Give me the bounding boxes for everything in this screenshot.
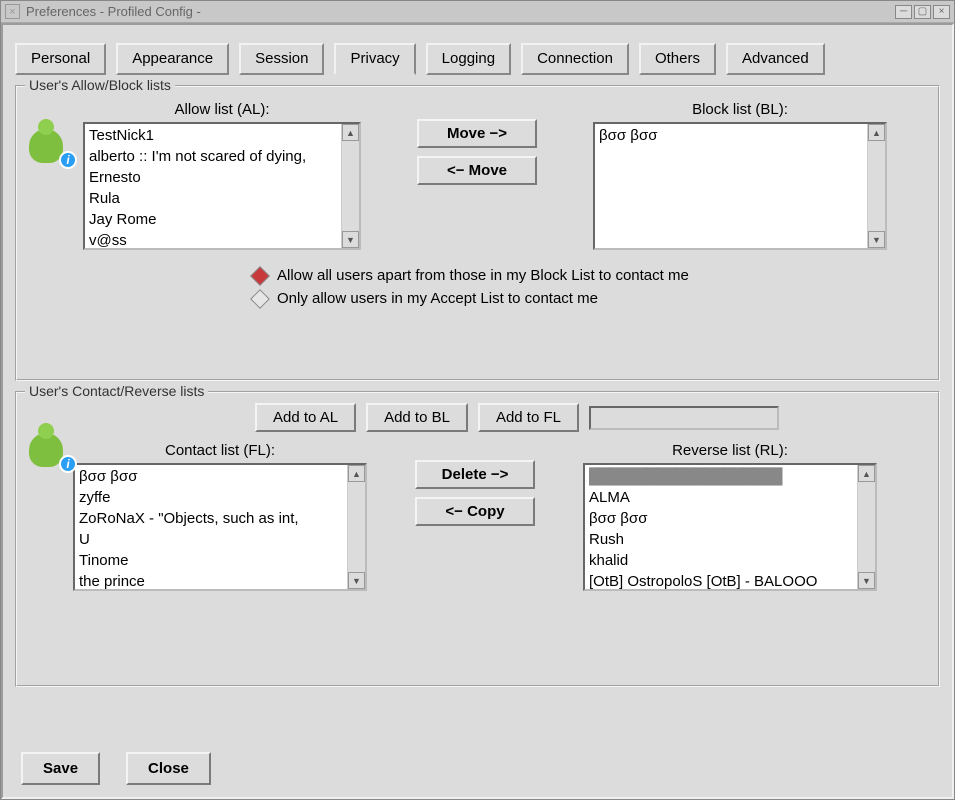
list-item[interactable]: U — [79, 529, 343, 550]
contact-reverse-fieldset: User's Contact/Reverse lists i Add to AL… — [15, 391, 940, 687]
contact-reverse-legend: User's Contact/Reverse lists — [25, 383, 208, 399]
list-item[interactable]: Tinome — [79, 550, 343, 571]
contact-listbox[interactable]: βσσ βσσzyffeZoRoNaX - "Objects, such as … — [73, 463, 367, 591]
list-item[interactable]: khalid — [589, 550, 853, 571]
minimize-button[interactable]: ─ — [895, 5, 912, 19]
add-to-al-button[interactable]: Add to AL — [255, 403, 356, 432]
radio-only-accept[interactable]: Only allow users in my Accept List to co… — [253, 287, 932, 310]
list-item[interactable]: v@ss — [89, 230, 337, 248]
scroll-up-icon[interactable]: ▲ — [858, 465, 875, 482]
maximize-button[interactable]: ▢ — [914, 5, 931, 19]
diamond-radio-icon — [250, 266, 270, 286]
allow-list-block: Allow list (AL): TestNick1alberto :: I'm… — [83, 99, 361, 250]
tab-appearance[interactable]: Appearance — [116, 43, 229, 75]
tab-bar: Personal Appearance Session Privacy Logg… — [15, 43, 940, 75]
scroll-up-icon[interactable]: ▲ — [868, 124, 885, 141]
tab-advanced[interactable]: Advanced — [726, 43, 825, 75]
list-item[interactable]: ALMA — [589, 487, 853, 508]
move-right-button[interactable]: Move −> — [417, 119, 537, 148]
reverse-list-block: Reverse list (RL): ████████████████████A… — [583, 440, 877, 591]
scroll-up-icon[interactable]: ▲ — [342, 124, 359, 141]
add-contact-input[interactable] — [589, 406, 779, 430]
list-item[interactable]: Ernesto — [89, 167, 337, 188]
diamond-radio-icon — [250, 289, 270, 309]
reverse-scrollbar[interactable]: ▲ ▼ — [857, 465, 875, 589]
list-item[interactable]: βσσ βσσ — [79, 466, 343, 487]
list-item[interactable]: alberto :: I'm not scared of dying, — [89, 146, 337, 167]
list-item[interactable]: Rush — [589, 529, 853, 550]
list-item[interactable]: zyffe — [79, 487, 343, 508]
reverse-list-title: Reverse list (RL): — [583, 440, 877, 463]
info-badge-icon: i — [59, 151, 77, 169]
radio-allow-all-label: Allow all users apart from those in my B… — [277, 267, 689, 284]
content-panel: Personal Appearance Session Privacy Logg… — [1, 23, 954, 799]
list-item[interactable]: ████████████████████ — [589, 466, 853, 487]
titlebar: × Preferences - Profiled Config - ─ ▢ × — [1, 1, 954, 23]
list-item[interactable]: [OtB] OstropoloS [OtB] - BALOOO — [589, 571, 853, 589]
list-item[interactable]: the prince — [79, 571, 343, 589]
list-item[interactable]: βσσ βσσ — [589, 508, 853, 529]
tab-others[interactable]: Others — [639, 43, 716, 75]
tab-personal[interactable]: Personal — [15, 43, 106, 75]
save-button[interactable]: Save — [21, 752, 100, 785]
delete-button[interactable]: Delete −> — [415, 460, 535, 489]
radio-allow-all[interactable]: Allow all users apart from those in my B… — [253, 264, 932, 287]
block-listbox[interactable]: βσσ βσσ ▲ ▼ — [593, 122, 887, 250]
list-item[interactable]: Jay Rome — [89, 209, 337, 230]
window-controls: ─ ▢ × — [895, 5, 950, 19]
allow-listbox[interactable]: TestNick1alberto :: I'm not scared of dy… — [83, 122, 361, 250]
radio-only-accept-label: Only allow users in my Accept List to co… — [277, 290, 598, 307]
window-title: Preferences - Profiled Config - — [26, 4, 895, 19]
info-badge-icon: i — [59, 455, 77, 473]
contact-scrollbar[interactable]: ▲ ▼ — [347, 465, 365, 589]
scroll-down-icon[interactable]: ▼ — [858, 572, 875, 589]
close-button[interactable]: Close — [126, 752, 211, 785]
scroll-down-icon[interactable]: ▼ — [868, 231, 885, 248]
block-list-title: Block list (BL): — [593, 99, 887, 122]
move-left-button[interactable]: <− Move — [417, 156, 537, 185]
close-icon[interactable]: × — [5, 4, 20, 19]
block-scrollbar[interactable]: ▲ ▼ — [867, 124, 885, 248]
add-to-fl-button[interactable]: Add to FL — [478, 403, 579, 432]
scroll-down-icon[interactable]: ▼ — [342, 231, 359, 248]
list-item[interactable]: βσσ βσσ — [599, 125, 863, 146]
preferences-window: × Preferences - Profiled Config - ─ ▢ × … — [0, 0, 955, 800]
list-item[interactable]: TestNick1 — [89, 125, 337, 146]
allow-scrollbar[interactable]: ▲ ▼ — [341, 124, 359, 248]
tab-session[interactable]: Session — [239, 43, 324, 75]
allow-block-legend: User's Allow/Block lists — [25, 77, 175, 93]
scroll-up-icon[interactable]: ▲ — [348, 465, 365, 482]
contact-list-block: Contact list (FL): βσσ βσσzyffeZoRoNaX -… — [73, 440, 367, 591]
add-to-bl-button[interactable]: Add to BL — [366, 403, 468, 432]
allow-block-fieldset: User's Allow/Block lists i Allow list (A… — [15, 85, 940, 381]
tab-logging[interactable]: Logging — [426, 43, 511, 75]
footer-buttons: Save Close — [21, 752, 211, 785]
tab-privacy[interactable]: Privacy — [334, 43, 415, 75]
contact-policy-radio-group: Allow all users apart from those in my B… — [253, 264, 932, 310]
list-item[interactable]: ZoRoNaX - "Objects, such as int, — [79, 508, 343, 529]
list-item[interactable]: Rula — [89, 188, 337, 209]
block-list-block: Block list (BL): βσσ βσσ ▲ ▼ — [593, 99, 887, 250]
buddy-icon: i — [27, 423, 75, 471]
buddy-icon: i — [27, 119, 75, 167]
copy-button[interactable]: <− Copy — [415, 497, 535, 526]
contact-list-title: Contact list (FL): — [73, 440, 367, 463]
close-button[interactable]: × — [933, 5, 950, 19]
scroll-down-icon[interactable]: ▼ — [348, 572, 365, 589]
reverse-listbox[interactable]: ████████████████████ALMAβσσ βσσRushkhali… — [583, 463, 877, 591]
tab-connection[interactable]: Connection — [521, 43, 629, 75]
allow-list-title: Allow list (AL): — [83, 99, 361, 122]
